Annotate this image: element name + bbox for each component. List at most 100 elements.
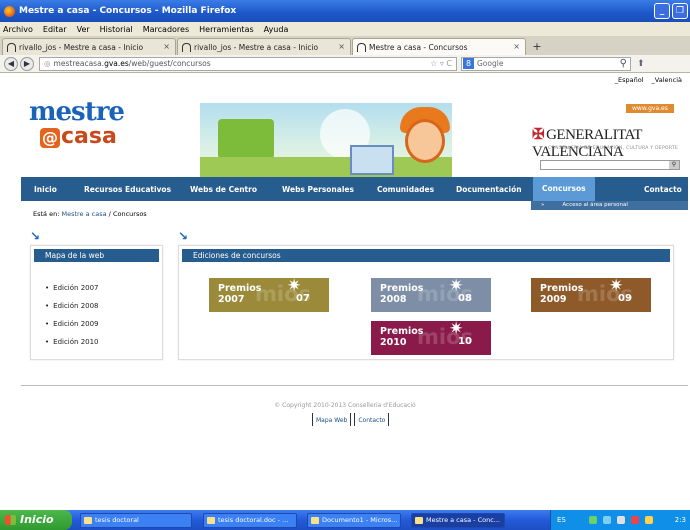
tab-bar: rivallo_jos - Mestre a casa - Inicio × r… <box>0 36 690 55</box>
nav-concursos[interactable]: Concursos <box>533 177 595 201</box>
generalitat-logo[interactable]: ✠ GENERALITAT VALENCIANA <box>532 125 690 161</box>
menu-herramientas[interactable]: Herramientas <box>199 25 254 34</box>
nav-comunidades[interactable]: Comunidades <box>377 185 434 194</box>
breadcrumb: Está en: Mestre a casa / Concursos <box>33 210 147 218</box>
forward-button[interactable]: ▶ <box>20 56 34 71</box>
premios-2008-button[interactable]: Premios 2008 mios ✷ 08 <box>371 278 491 312</box>
search-box[interactable]: 8 Google ⚲ <box>461 56 631 71</box>
url-bar[interactable]: ◎ mestreacasa. gva.es/web/guest/concursos… <box>39 56 457 71</box>
clock[interactable]: 2:3 <box>675 510 686 530</box>
window-controls: _ ❐ <box>654 3 688 19</box>
premios-2010-button[interactable]: Premios 2010 mios ✷ 10 <box>371 321 491 355</box>
sitemap-item-2010[interactable]: Edición 2010 <box>45 338 98 346</box>
sparkle-icon: ✷ <box>609 278 624 296</box>
bookmark-star-icon[interactable]: ☆ ▿ C <box>430 59 452 68</box>
nav-contacto[interactable]: Contacto <box>644 185 682 194</box>
nav-inicio[interactable]: Inicio <box>34 185 57 194</box>
footer-link-contacto[interactable]: Contacto <box>354 413 390 426</box>
premios-short-year: 09 <box>618 293 632 304</box>
premios-short-year: 08 <box>458 293 472 304</box>
menu-historial[interactable]: Historial <box>100 25 133 34</box>
house-icon <box>7 42 16 52</box>
main-navigation: Inicio Recursos Educativos Webs de Centr… <box>21 177 688 201</box>
menu-ver[interactable]: Ver <box>77 25 90 34</box>
breadcrumb-home-link[interactable]: Mestre a casa <box>61 210 106 218</box>
volume-icon[interactable] <box>617 516 625 524</box>
arrow-icon: » <box>541 202 545 208</box>
editions-title: Ediciones de concursos <box>182 249 670 262</box>
search-icon[interactable]: ⚲ <box>620 58 627 69</box>
nav-webs-personales[interactable]: Webs Personales <box>282 185 354 194</box>
logo-casa[interactable]: @ casa <box>40 126 117 148</box>
menu-ayuda[interactable]: Ayuda <box>264 25 289 34</box>
gva-link[interactable]: www.gva.es <box>626 104 674 113</box>
globe-icon: ◎ <box>44 59 51 68</box>
tab-inicio-1[interactable]: rivallo_jos - Mestre a casa - Inicio × <box>2 38 176 55</box>
language-links: _Español _Valencià <box>615 76 682 84</box>
nav-recursos-educativos[interactable]: Recursos Educativos <box>84 185 171 194</box>
network-icon[interactable] <box>589 516 597 524</box>
generalitat-subtitle: CONSELLERIA DE EDUCACIÓN, CULTURA Y DEPO… <box>548 146 679 151</box>
sparkle-icon: ✷ <box>449 321 464 339</box>
logo-mestre[interactable]: mestre <box>29 99 125 125</box>
sitemap-item-2007[interactable]: Edición 2007 <box>45 284 98 292</box>
navigation-bar: ◀ ▶ ◎ mestreacasa. gva.es/web/guest/concu… <box>0 55 690 73</box>
house-icon <box>357 42 366 52</box>
menu-archivo[interactable]: Archivo <box>3 25 33 34</box>
taskbar-item-word-documento[interactable]: Documento1 - Micros... <box>307 513 401 528</box>
start-label: Inicio <box>20 513 54 526</box>
system-tray: ES 2:3 <box>550 510 690 530</box>
sparkle-icon: ✷ <box>449 278 464 296</box>
premios-2007-button[interactable]: Premios 2007 mios ✷ 07 <box>209 278 329 312</box>
arrow-down-right-icon: ↘ <box>178 229 189 243</box>
at-icon: @ <box>40 128 60 148</box>
nav-webs-de-centro[interactable]: Webs de Centro <box>190 185 257 194</box>
start-button[interactable]: Inicio <box>0 510 72 530</box>
close-icon[interactable]: × <box>513 42 520 51</box>
footer-links: Mapa Web Contacto <box>312 413 392 426</box>
language-indicator[interactable]: ES <box>557 510 566 530</box>
antivirus-icon[interactable] <box>631 516 639 524</box>
lang-espanol[interactable]: _Español <box>615 76 644 84</box>
shield-icon[interactable] <box>603 516 611 524</box>
maximize-button[interactable]: ❐ <box>672 3 688 19</box>
lang-valencia[interactable]: _Valencià <box>652 76 682 84</box>
taskbar: Inicio tesis doctoral tesis doctoral.doc… <box>0 510 690 530</box>
taskbar-item-word-tesis[interactable]: tesis doctoral.doc - ... <box>203 513 297 528</box>
header-banner <box>200 103 452 181</box>
sitemap-title: Mapa de la web <box>34 249 159 262</box>
tab-inicio-2[interactable]: rivallo_jos - Mestre a casa - Inicio × <box>177 38 351 55</box>
site-search-input[interactable]: ⚲ <box>540 160 680 170</box>
minimize-button[interactable]: _ <box>654 3 670 19</box>
tab-label: Mestre a casa - Concursos <box>369 42 468 52</box>
breadcrumb-current: Concursos <box>112 210 147 218</box>
sitemap-item-2008[interactable]: Edición 2008 <box>45 302 98 310</box>
window-titlebar: Mestre a casa - Concursos - Mozilla Fire… <box>0 0 690 22</box>
taskbar-item-folder[interactable]: tesis doctoral <box>80 513 192 528</box>
house-icon <box>182 42 191 52</box>
tab-concursos[interactable]: Mestre a casa - Concursos × <box>352 38 526 55</box>
back-button[interactable]: ◀ <box>4 56 18 71</box>
google-icon: 8 <box>463 58 474 69</box>
personal-area-link: Acceso al área personal <box>562 202 628 208</box>
menu-editar[interactable]: Editar <box>43 25 67 34</box>
update-icon[interactable] <box>645 516 653 524</box>
premios-2009-button[interactable]: Premios 2009 mios ✷ 09 <box>531 278 651 312</box>
search-placeholder: Google <box>477 59 504 68</box>
footer-link-mapa-web[interactable]: Mapa Web <box>312 413 352 426</box>
close-icon[interactable]: × <box>163 42 170 51</box>
new-tab-button[interactable]: + <box>529 40 545 55</box>
search-icon[interactable]: ⚲ <box>669 161 679 169</box>
sparkle-icon: ✷ <box>287 278 302 296</box>
url-path: /web/guest/concursos <box>128 59 211 68</box>
close-icon[interactable]: × <box>338 42 345 51</box>
breadcrumb-label: Está en: <box>33 210 60 218</box>
url-host: gva.es <box>104 59 129 68</box>
sitemap-item-2009[interactable]: Edición 2009 <box>45 320 98 328</box>
generalitat-title: GENERALITAT VALENCIANA <box>532 127 642 160</box>
menu-marcadores[interactable]: Marcadores <box>143 25 189 34</box>
home-icon[interactable]: ⬆ <box>637 59 645 69</box>
taskbar-item-firefox[interactable]: Mestre a casa - Conc... <box>411 513 505 528</box>
nav-documentacion[interactable]: Documentación <box>456 185 522 194</box>
personal-area-bar[interactable]: » Acceso al área personal <box>531 201 688 210</box>
